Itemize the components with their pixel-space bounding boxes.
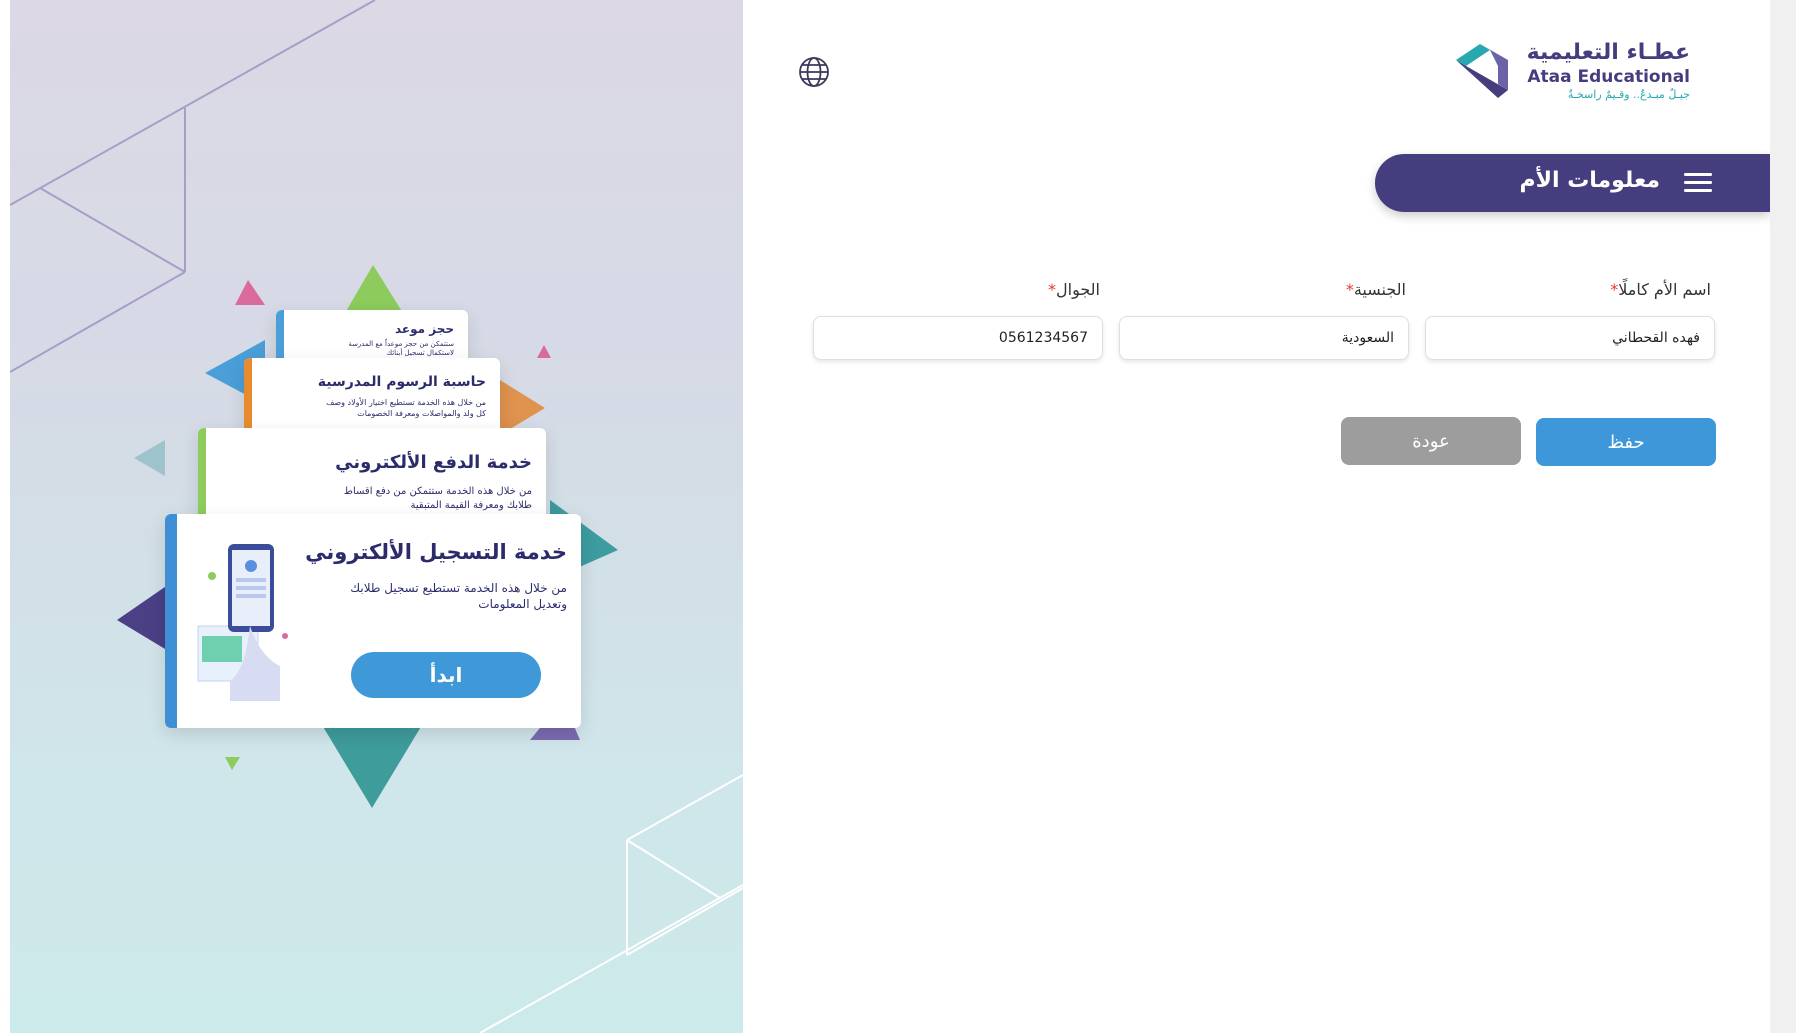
- mobile-label: الجوال*: [1048, 280, 1100, 299]
- phone-illustration-icon: [197, 544, 288, 701]
- globe-icon[interactable]: [798, 56, 830, 88]
- window-edge: [1770, 0, 1796, 1033]
- mother-name-input[interactable]: [1425, 316, 1715, 360]
- card-description: ستتمكن من حجز موعداً مع المدرسة لاستكمال…: [348, 340, 454, 358]
- mobile-input[interactable]: [813, 316, 1103, 360]
- required-mark: *: [1345, 280, 1354, 299]
- card-title: خدمة الدفع الألكتروني: [335, 452, 532, 473]
- logo-mark-icon: [1456, 44, 1508, 98]
- card-description: من خلال هذه الخدمة تستطيع تسجيل طلابك وت…: [350, 581, 567, 612]
- save-button[interactable]: حفظ: [1536, 418, 1716, 466]
- logo-english-text: Ataa Educational: [1527, 67, 1690, 87]
- logo-tagline: جيـلٌ مبـدعٌ.. وقـيمٌ راسخـةٌ: [1567, 88, 1690, 101]
- card-description: من خلال هذه الخدمة تستطيع اختيار الأولاد…: [326, 398, 486, 418]
- card-title: حاسبة الرسوم المدرسية: [317, 374, 486, 390]
- hamburger-menu-icon[interactable]: [1684, 173, 1712, 193]
- section-title: معلومات الأم: [1519, 168, 1660, 193]
- logo-arabic-text: عطـاء التعليمية: [1526, 40, 1690, 65]
- required-mark: *: [1048, 280, 1057, 299]
- promo-card-eregistration[interactable]: خدمة التسجيل الألكتروني من خلال هذه الخد…: [165, 514, 581, 728]
- nationality-input[interactable]: [1119, 316, 1409, 360]
- card-title: حجز موعد: [394, 322, 454, 336]
- card-title: خدمة التسجيل الألكتروني: [305, 540, 567, 564]
- mother-info-section-header: معلومات الأم: [1375, 154, 1770, 212]
- start-button[interactable]: ابدأ: [351, 652, 541, 698]
- card-description: من خلال هذه الخدمة ستتمكن من دفع اقساط ط…: [343, 486, 532, 511]
- promo-card-fees-calculator[interactable]: حاسبة الرسوم المدرسية من خلال هذه الخدمة…: [244, 358, 500, 438]
- ataa-logo: عطـاء التعليمية Ataa Educational جيـلٌ م…: [1450, 38, 1690, 108]
- nationality-label: الجنسية*: [1345, 280, 1406, 299]
- back-button[interactable]: عودة: [1341, 417, 1521, 465]
- form-panel: عطـاء التعليمية Ataa Educational جيـلٌ م…: [743, 0, 1770, 1033]
- promo-panel: حجز موعد ستتمكن من حجز موعداً مع المدرسة…: [10, 0, 743, 1033]
- mother-name-label: اسم الأم كاملًا*: [1610, 280, 1711, 299]
